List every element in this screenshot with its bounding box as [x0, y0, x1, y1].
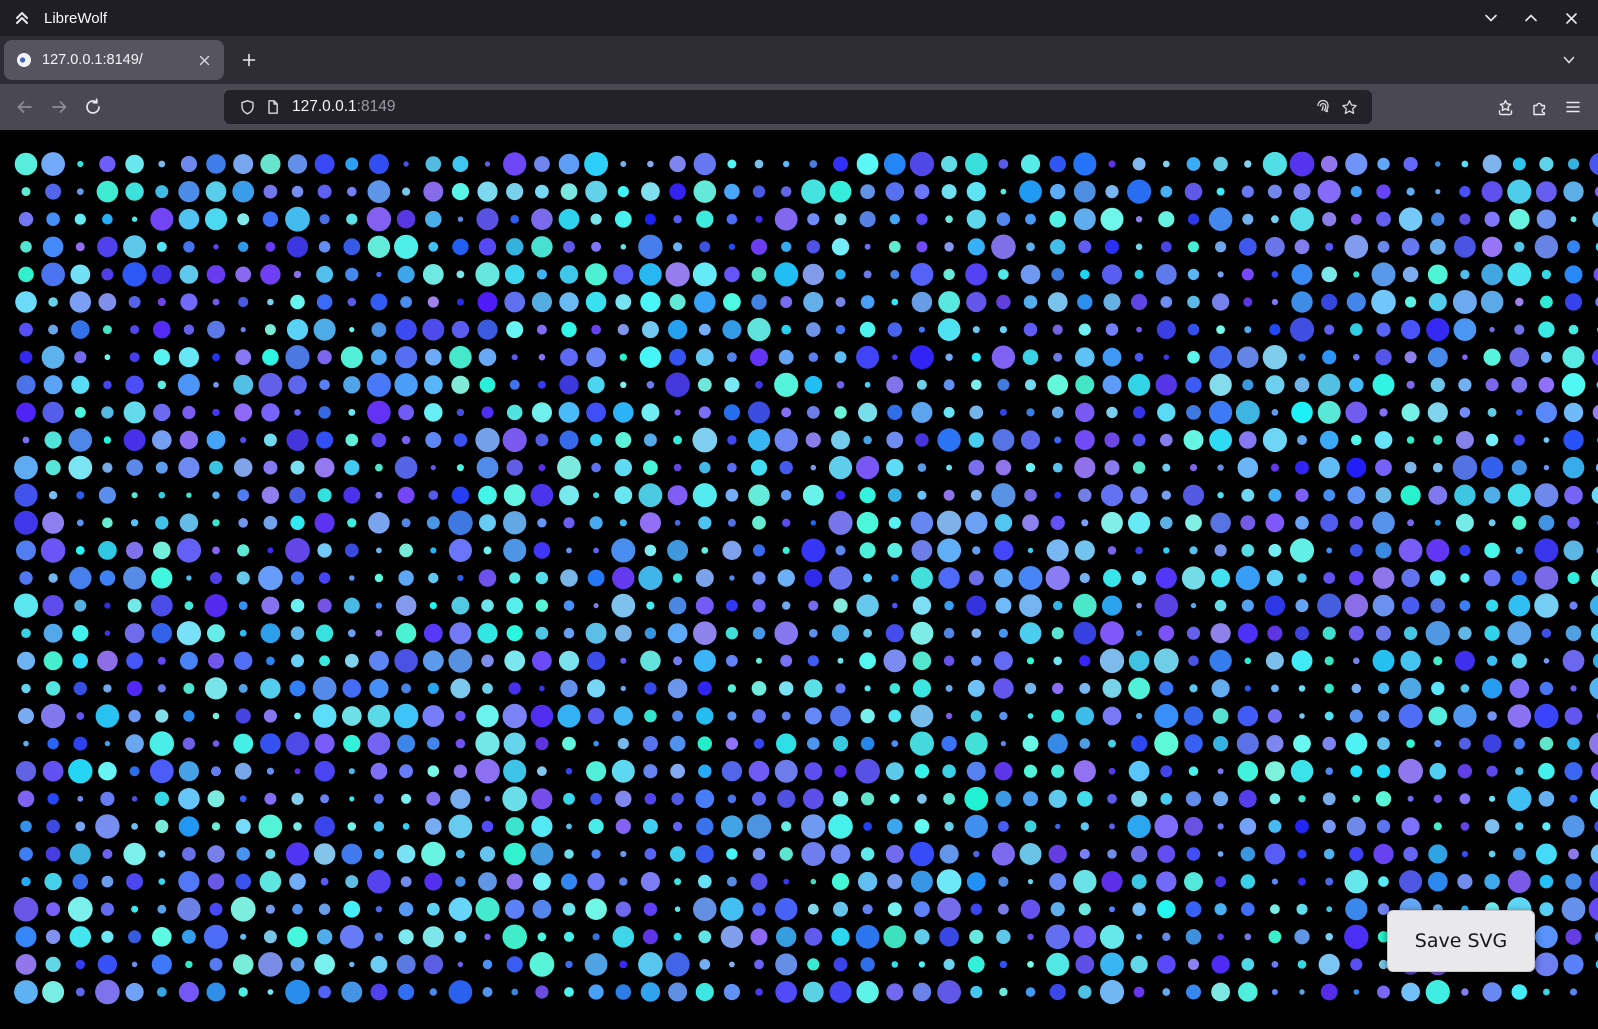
navigation-toolbar: 127.0.0.1:8149 — [0, 84, 1598, 130]
back-button[interactable] — [8, 90, 42, 124]
plus-icon — [241, 52, 257, 68]
maximize-button[interactable] — [1518, 5, 1544, 31]
list-all-tabs-button[interactable] — [1552, 43, 1586, 77]
url-host: 127.0.0.1 — [292, 98, 357, 115]
fingerprint-protection-button[interactable] — [1310, 94, 1336, 120]
close-icon — [198, 54, 211, 67]
window-controls — [1478, 5, 1588, 31]
site-info-button[interactable] — [260, 94, 286, 120]
star-icon — [1341, 99, 1358, 116]
url-bar[interactable]: 127.0.0.1:8149 — [224, 90, 1372, 124]
app-menu-button[interactable] — [1556, 90, 1590, 124]
shield-icon — [239, 99, 256, 116]
save-svg-button[interactable]: Save SVG — [1387, 910, 1535, 972]
tab-bar: 127.0.0.1:8149/ — [0, 36, 1598, 84]
hamburger-menu-icon — [1564, 98, 1582, 116]
reload-icon — [84, 98, 102, 116]
tab-close-button[interactable] — [192, 48, 216, 72]
puzzle-icon — [1530, 98, 1549, 117]
chevron-down-icon — [1483, 10, 1499, 26]
chevron-up-icon — [1523, 10, 1539, 26]
dot-field-canvas — [0, 130, 1598, 1010]
fingerprint-icon — [1314, 98, 1332, 116]
close-window-button[interactable] — [1558, 5, 1584, 31]
tab-active[interactable]: 127.0.0.1:8149/ — [4, 40, 224, 80]
reload-button[interactable] — [76, 90, 110, 124]
window-title: LibreWolf — [44, 10, 107, 27]
tab-title: 127.0.0.1:8149/ — [42, 52, 192, 68]
bookmark-page-button[interactable] — [1336, 94, 1362, 120]
tab-favicon-icon — [16, 52, 32, 68]
extensions-button[interactable] — [1522, 90, 1556, 124]
arrow-right-icon — [49, 97, 69, 117]
arrow-left-icon — [15, 97, 35, 117]
window-titlebar: LibreWolf — [0, 0, 1598, 36]
bookmarks-button[interactable] — [1488, 90, 1522, 124]
librewolf-logo-icon — [12, 8, 32, 28]
close-icon — [1564, 11, 1579, 26]
new-tab-button[interactable] — [232, 43, 266, 77]
chevron-down-icon — [1561, 52, 1577, 68]
shield-permissions-button[interactable] — [234, 94, 260, 120]
page-icon — [265, 99, 281, 115]
page-content: Save SVG — [0, 130, 1598, 1029]
minimize-button[interactable] — [1478, 5, 1504, 31]
url-port: :8149 — [357, 98, 396, 115]
bookmarks-tray-icon — [1496, 98, 1515, 117]
url-text: 127.0.0.1:8149 — [292, 98, 1310, 116]
forward-button[interactable] — [42, 90, 76, 124]
